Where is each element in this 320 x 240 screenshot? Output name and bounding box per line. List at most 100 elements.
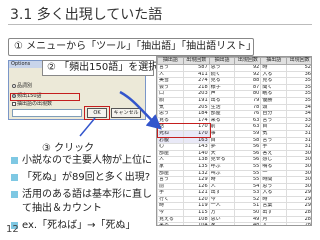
frequency-cell: 79: [234, 96, 262, 105]
checkbox-label: 抽出語の出現数: [17, 101, 53, 107]
word-cell: 入る: [260, 189, 288, 197]
word-cell: 時間: [260, 176, 288, 184]
frequency-cell: 30: [286, 162, 311, 171]
word-cell: 事: [208, 129, 236, 138]
table-row[interactable]: お腹 163 目 58 言う 31: [157, 136, 311, 145]
table-row[interactable]: 言う 129 時 55 時間 30: [157, 176, 311, 184]
column-header[interactable]: 出現回数: [182, 57, 210, 65]
table-row[interactable]: 部屋 132 叫ぶ 55 一 30: [157, 169, 311, 178]
word-cell: 言葉: [260, 202, 288, 211]
frequency-cell: 55: [234, 169, 262, 178]
word-cell: 叫ぶ: [208, 169, 236, 178]
word-cell: 部屋: [157, 169, 184, 178]
frequency-cell: 218: [182, 83, 210, 92]
frequency-cell: 28: [286, 215, 311, 224]
table-row[interactable]: 行く 120 今 52 時 29: [157, 195, 311, 204]
frequency-cell: 121: [182, 189, 210, 197]
frequency-cell: 63: [234, 116, 262, 125]
bullet-item: 「死ぬ」が89回と多く出現?: [8, 171, 158, 185]
table-row[interactable]: 見える 108 思い 49 月 28: [157, 215, 311, 224]
word-cell: 見える: [157, 215, 184, 224]
column-header[interactable]: 出現回数: [286, 57, 311, 65]
table-row[interactable]: 今 115 方 50 出す 28: [157, 209, 311, 217]
frequency-cell: 52: [234, 195, 262, 204]
frequency-cell: 30: [286, 156, 311, 164]
table-row[interactable]: 人 138 見せる 56 感じ 30: [157, 156, 311, 164]
word-cell: 目: [260, 123, 288, 131]
column-header[interactable]: 出現回数: [234, 57, 262, 65]
word-cell: 夢: [208, 143, 236, 151]
word-cell: 時: [157, 202, 184, 211]
page-number: 12: [6, 224, 19, 235]
word-cell: 方: [208, 209, 236, 217]
column-header[interactable]: 抽出語: [208, 57, 236, 65]
radio-label: 品詞別: [17, 83, 33, 89]
table-row[interactable]: 気 205 生活 78 頭 34: [157, 103, 311, 112]
word-cell: 出る: [208, 96, 236, 105]
table-row[interactable]: 家 135 呼ぶ 55 鳴る 30: [157, 162, 311, 171]
word-cell: お腹: [157, 136, 184, 145]
word-cell: 人: [157, 156, 184, 164]
word-cell: 思う: [157, 110, 184, 118]
word-cell: 思う: [260, 182, 288, 191]
column-header[interactable]: 抽出語: [157, 57, 184, 65]
table-row[interactable]: 口 203 声 80 眠る 35: [157, 90, 311, 98]
word-cell: 生活: [208, 103, 236, 112]
word-cell: 手: [260, 143, 288, 151]
word-cell: 今: [157, 209, 184, 217]
word-cell: 気: [260, 129, 288, 138]
frequency-cell: 138: [182, 156, 210, 164]
frequency-cell: 104: [182, 222, 210, 225]
table-row[interactable]: 前 126 人 54 思う 30: [157, 182, 311, 191]
dialog-input[interactable]: [12, 109, 82, 117]
table-row[interactable]: 顔 191 出る 79 優勝 35: [157, 96, 311, 105]
frequency-cell: 29: [286, 189, 311, 197]
table-row[interactable]: 言う 587 思う 92 時 52: [157, 64, 311, 72]
column-header[interactable]: 抽出語: [260, 57, 288, 65]
frequency-cell: 129: [182, 176, 210, 184]
frequency-cell: 36: [286, 70, 311, 79]
frequency-cell: 55: [234, 176, 262, 184]
word-cell: 部屋: [157, 149, 184, 158]
word-cell: 入る: [260, 70, 288, 79]
frequency-cell: 48: [234, 222, 262, 225]
radio-highlight-box: [10, 93, 80, 101]
frequency-cell: 132: [182, 169, 210, 178]
frequency-cell: 34: [286, 103, 311, 112]
frequency-cell: 63: [234, 123, 262, 131]
frequency-cell: 92: [234, 70, 262, 79]
frequency-cell: 32: [286, 123, 311, 131]
table-row[interactable]: 会う 218 様子 87 聞く 35: [157, 83, 311, 92]
table-row[interactable]: 人 411 続く 92 入る 36: [157, 70, 311, 79]
frequency-cell: 92: [234, 64, 262, 72]
word-cell: 大: [208, 149, 236, 158]
frequency-cell: 140: [182, 149, 210, 158]
count-checkbox[interactable]: 抽出語の出現数: [12, 101, 52, 107]
bullet-item: 活用のある語は基本形に直して抽出＆カウント: [8, 188, 158, 216]
table-row[interactable]: 思う 184 部屋 76 自分 34: [157, 110, 311, 118]
table-row[interactable]: 時 119 一人 51 言葉 29: [157, 202, 311, 211]
word-cell: 口: [157, 90, 184, 98]
step3-callout: ③ クリック: [40, 138, 97, 155]
bullet-item: 小説なので主要人物が上位に: [8, 154, 158, 168]
frequency-cell: 120: [182, 195, 210, 204]
table-row[interactable]: 手 121 出す 53 入る 29: [157, 189, 311, 197]
word-cell: 頭: [260, 103, 288, 112]
frequency-cell: 50: [234, 209, 262, 217]
title-divider: [8, 24, 312, 25]
cancel-button[interactable]: キャンセル: [111, 108, 141, 118]
table-row[interactable]: 美雪 274 見る 88 見る 35: [157, 77, 311, 85]
word-cell: 家: [208, 222, 236, 225]
table-body: 言う 587 思う 92 時 52 人 411 続く 92 入る 36 美雪 274 見る 88 見る 35 会う 2…: [157, 64, 311, 225]
frequency-cell: 49: [234, 215, 262, 224]
ok-highlight-box: [84, 106, 110, 120]
radio-option-pos[interactable]: 品詞別: [12, 83, 32, 89]
table-row[interactable]: 部屋 140 大 56 答え 30: [157, 149, 311, 158]
table-row[interactable]: 来る 104 家 48 人 28: [157, 222, 311, 225]
word-cell: 一: [260, 169, 288, 178]
table-row[interactable]: 心 143 夢 56 手 31: [157, 143, 311, 151]
word-cell: 人: [157, 70, 184, 79]
frequency-cell: 30: [286, 149, 311, 158]
word-cell: 時: [260, 64, 288, 72]
frequency-cell: 191: [182, 96, 210, 105]
